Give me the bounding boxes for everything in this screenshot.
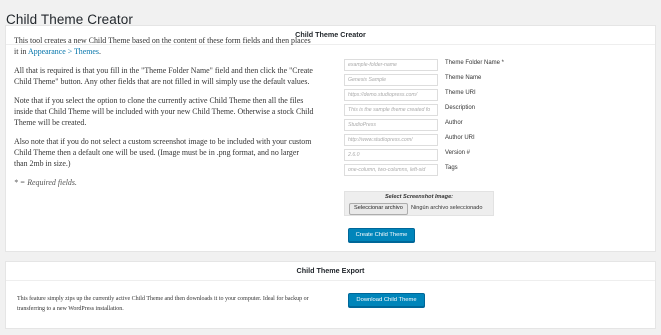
download-child-theme-button[interactable]: Download Child Theme <box>348 293 425 307</box>
theme-name-input[interactable] <box>344 74 438 86</box>
intro-paragraph: This tool creates a new Child Theme base… <box>14 36 311 57</box>
create-child-theme-button[interactable]: Create Child Theme <box>348 228 415 242</box>
theme-folder-name-label: Theme Folder Name * <box>445 60 505 66</box>
choose-file-button[interactable]: Seleccionar archivo <box>349 203 408 215</box>
author-label: Author <box>445 120 463 126</box>
theme-folder-name-input[interactable] <box>344 59 438 71</box>
version-label: Version # <box>445 150 471 156</box>
author-uri-input[interactable] <box>344 134 438 146</box>
theme-name-label: Theme Name <box>445 75 482 81</box>
theme-uri-input[interactable] <box>344 89 438 101</box>
export-description: This feature simply zips up the currentl… <box>17 296 309 312</box>
creator-description: This tool creates a new Child Theme base… <box>14 35 314 196</box>
theme-uri-label: Theme URI <box>445 90 476 96</box>
tags-label: Tags <box>445 165 458 171</box>
file-status-text: Ningún archivo seleccionado <box>411 205 483 211</box>
description-input[interactable] <box>344 104 438 116</box>
author-uri-label: Author URI <box>445 135 475 141</box>
tags-input[interactable] <box>344 164 438 176</box>
clone-info-paragraph: Note that if you select the option to cl… <box>14 95 314 128</box>
screenshot-info-paragraph: Also note that if you do not select a cu… <box>14 136 312 169</box>
appearance-themes-link[interactable]: Appearance > Themes <box>28 47 99 56</box>
description-label: Description <box>445 105 476 111</box>
required-info-paragraph: All that is required is that you fill in… <box>14 65 313 87</box>
screenshot-upload-box: Select Screenshot Image: Seleccionar arc… <box>344 191 494 216</box>
version-input[interactable] <box>344 149 438 161</box>
export-panel-heading: Child Theme Export <box>6 262 655 281</box>
required-fields-note: * = Required fields. <box>14 178 77 188</box>
screenshot-upload-title: Select Screenshot Image: <box>384 194 454 200</box>
author-input[interactable] <box>344 119 438 131</box>
